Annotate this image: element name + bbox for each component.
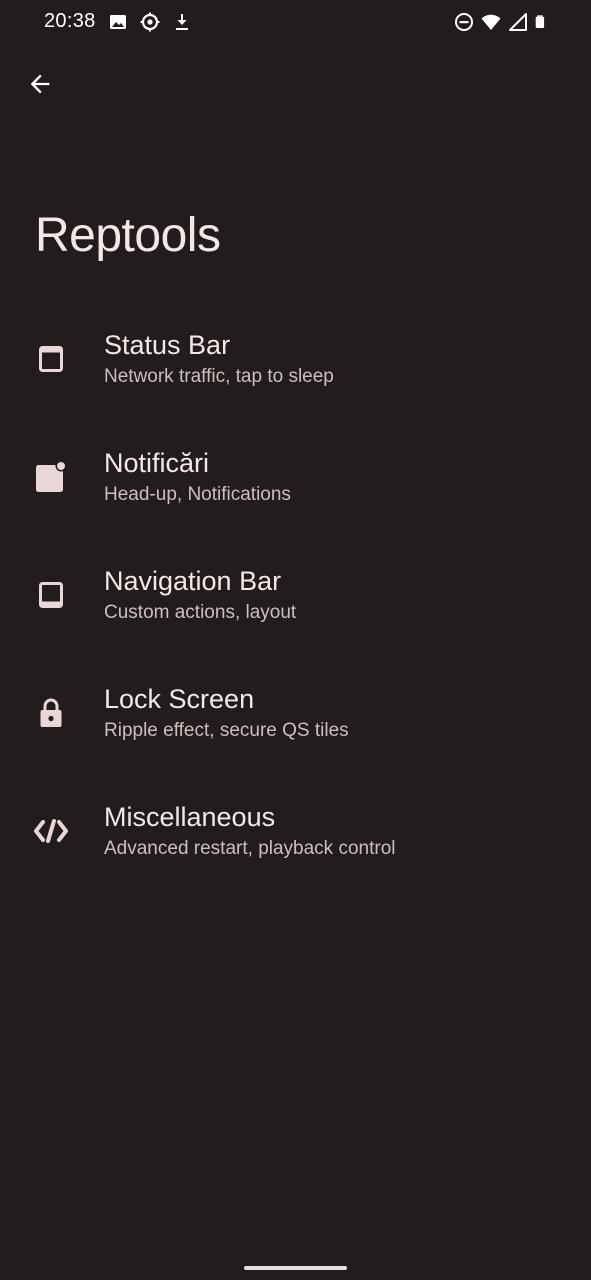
cellular-signal-icon (509, 13, 527, 31)
menu-item-subtitle: Network traffic, tap to sleep (104, 366, 334, 387)
gesture-navigation-handle[interactable] (244, 1266, 347, 1270)
menu-item-notifications[interactable]: Notificări Head-up, Notifications (0, 436, 591, 554)
menu-item-subtitle: Custom actions, layout (104, 602, 297, 623)
settings-menu: Status Bar Network traffic, tap to sleep… (0, 318, 591, 908)
menu-item-text: Status Bar Network traffic, tap to sleep (104, 328, 334, 390)
menu-item-text: Notificări Head-up, Notifications (104, 446, 291, 508)
status-bar-icon (33, 341, 69, 377)
status-system-icons (454, 12, 549, 32)
image-icon (110, 15, 126, 29)
menu-item-subtitle: Head-up, Notifications (104, 484, 291, 505)
do-not-disturb-icon (455, 13, 473, 31)
status-notification-icons (108, 12, 192, 32)
back-button[interactable] (22, 66, 58, 102)
menu-item-title: Notificări (104, 448, 210, 478)
menu-item-title: Lock Screen (104, 684, 255, 714)
page-title: Reptools (35, 209, 221, 262)
download-icon (176, 14, 188, 30)
status-time: 20:38 (44, 10, 96, 32)
code-icon (33, 813, 69, 849)
settings-sync-icon (140, 12, 160, 32)
status-bar: 20:38 (0, 0, 591, 46)
navigation-bar-icon (33, 577, 69, 613)
arrow-back-icon (30, 74, 50, 94)
menu-item-miscellaneous[interactable]: Miscellaneous Advanced restart, playback… (0, 790, 591, 908)
menu-item-title: Miscellaneous (104, 802, 276, 832)
notification-icon (33, 459, 69, 495)
menu-item-title: Navigation Bar (104, 566, 282, 596)
lock-icon (33, 695, 69, 731)
menu-item-navigation-bar[interactable]: Navigation Bar Custom actions, layout (0, 554, 591, 672)
menu-item-lock-screen[interactable]: Lock Screen Ripple effect, secure QS til… (0, 672, 591, 790)
menu-item-subtitle: Ripple effect, secure QS tiles (104, 720, 349, 741)
menu-item-status-bar[interactable]: Status Bar Network traffic, tap to sleep (0, 318, 591, 436)
menu-item-title: Status Bar (104, 330, 231, 360)
menu-item-text: Lock Screen Ripple effect, secure QS til… (104, 682, 349, 744)
wifi-icon (481, 14, 501, 30)
menu-item-text: Navigation Bar Custom actions, layout (104, 564, 296, 626)
battery-icon (535, 15, 545, 28)
menu-item-subtitle: Advanced restart, playback control (104, 838, 396, 859)
menu-item-text: Miscellaneous Advanced restart, playback… (104, 800, 396, 862)
